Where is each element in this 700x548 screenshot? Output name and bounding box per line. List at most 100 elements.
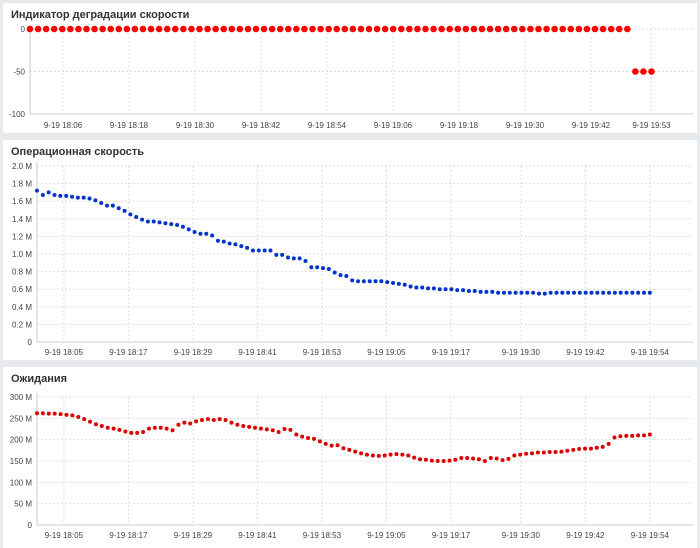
data-point [180,26,187,33]
data-point [41,193,45,197]
data-point [454,26,461,33]
data-point [147,427,151,431]
data-point [490,290,494,294]
data-point [632,68,639,75]
data-point [463,26,470,33]
y-tick-label: 0.8 M [12,268,32,277]
data-point [239,244,243,248]
data-point [636,291,640,295]
data-point [222,240,226,244]
data-point [76,415,80,419]
data-point [583,447,587,451]
data-point [47,412,51,416]
data-point [117,206,121,210]
data-point [53,412,57,416]
data-point [461,288,465,292]
data-point [565,449,569,453]
data-point [237,26,244,33]
data-point [536,450,540,454]
data-point [58,194,62,198]
x-tick-label: 9-19 19:17 [432,348,471,357]
data-point [93,198,97,202]
data-point [648,433,652,437]
data-point [406,26,413,33]
data-point [430,26,437,33]
data-point [106,426,110,430]
data-point [471,26,478,33]
x-tick-label: 9-19 18:30 [176,121,215,130]
data-point [385,280,389,284]
data-point [43,26,50,33]
data-point [560,291,564,295]
x-tick-label: 9-19 18:29 [174,348,213,357]
data-point [519,291,523,295]
data-point [554,450,558,454]
data-point [619,291,623,295]
data-point [514,291,518,295]
y-tick-label: -100 [9,110,26,119]
data-point [193,230,197,234]
waits-chart: 050 M100 M150 M200 M250 M300 M9-19 18:05… [3,367,697,548]
data-point [436,459,440,463]
x-tick-label: 9-19 19:17 [432,531,471,540]
data-point [277,26,284,33]
data-point [107,26,114,33]
data-point [420,285,424,289]
data-point [572,291,576,295]
data-point [624,26,631,33]
data-point [455,288,459,292]
y-tick-label: 0.6 M [12,285,32,294]
data-point [140,218,144,222]
data-point [27,26,34,33]
data-point [577,447,581,451]
data-point [471,456,475,460]
x-tick-label: 9-19 19:06 [374,121,413,130]
y-tick-label: -50 [13,68,25,77]
data-point [75,26,82,33]
data-point [35,26,42,33]
data-point [280,253,284,257]
data-point [518,453,522,457]
data-point [82,417,86,421]
data-point [283,427,287,431]
y-tick-label: 0 [28,338,33,347]
x-tick-label: 9-19 18:54 [308,121,347,130]
data-point [172,26,179,33]
data-point [118,428,122,432]
x-tick-label: 9-19 18:17 [109,531,148,540]
data-point [218,417,222,421]
data-point [134,215,138,219]
data-point [153,426,157,430]
data-point [271,428,275,432]
data-point [630,434,634,438]
data-point [70,195,74,199]
data-point [165,427,169,431]
data-point [268,248,272,252]
y-tick-label: 0 [28,521,33,530]
data-point [414,285,418,289]
data-point [566,291,570,295]
data-point [94,422,98,426]
data-point [391,281,395,285]
data-point [503,26,510,33]
data-point [253,26,260,33]
data-point [200,418,204,422]
data-point [584,26,591,33]
data-point [228,26,235,33]
data-point [298,256,302,260]
data-point [448,459,452,463]
data-point [554,291,558,295]
data-point [446,26,453,33]
data-point [616,26,623,33]
data-point [100,424,104,428]
data-point [350,278,354,282]
data-point [325,26,332,33]
x-tick-label: 9-19 19:54 [631,348,670,357]
data-point [128,212,132,216]
data-point [432,286,436,290]
data-point [235,423,239,427]
data-point [309,265,313,269]
data-point [64,194,68,198]
data-point [171,428,175,432]
data-point [115,26,122,33]
